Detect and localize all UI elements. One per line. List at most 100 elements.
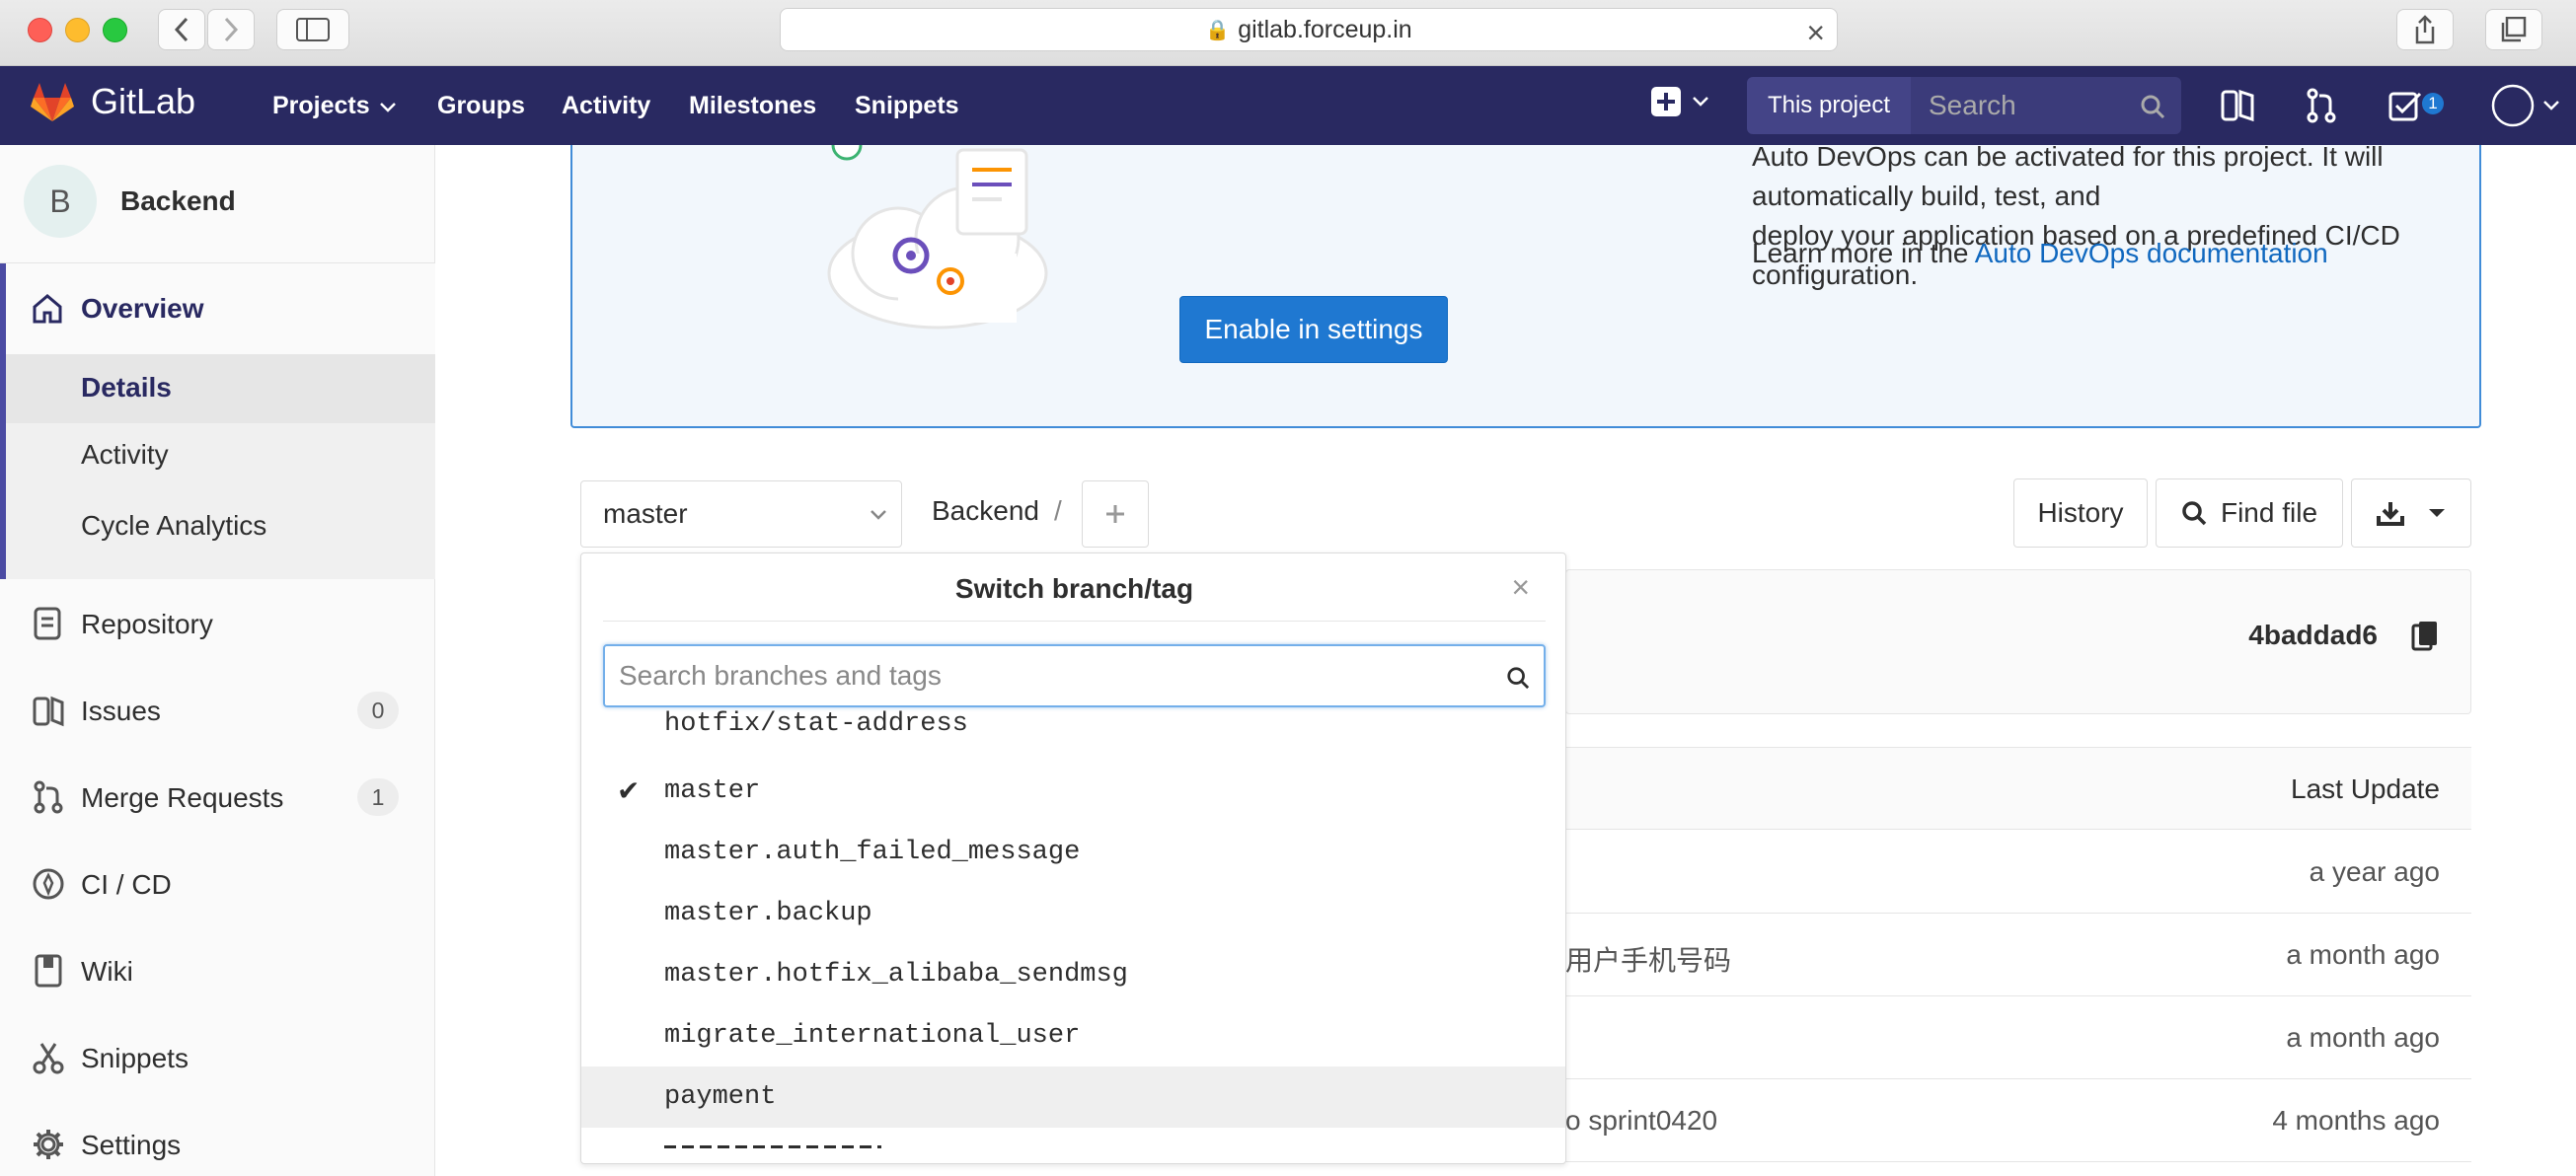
sidebar-item-label: Details [81, 372, 172, 403]
branch-name: master.hotfix_alibaba_sendmsg [664, 960, 1128, 990]
zoom-window-button[interactable] [103, 18, 127, 42]
nav-groups[interactable]: Groups [437, 92, 525, 120]
merge-request-icon[interactable] [2306, 88, 2337, 123]
nav-milestones[interactable]: Milestones [689, 92, 816, 120]
branch-item[interactable]: hotfix/stat-address [581, 701, 1565, 739]
address-bar[interactable]: 🔒 gitlab.forceup.in × [780, 8, 1838, 51]
table-row[interactable]: 用户手机号码 a month ago [1565, 914, 2471, 996]
gitlab-logo[interactable]: GitLab [30, 80, 195, 123]
merge-request-icon [34, 780, 63, 814]
sidebar-item-ci-cd[interactable]: CI / CD [81, 869, 172, 901]
user-menu[interactable] [2491, 84, 2560, 127]
table-row[interactable]: o sprint0420 4 months ago [1565, 1079, 2471, 1162]
close-window-button[interactable] [28, 18, 52, 42]
sidebar-item-repository[interactable]: Repository [81, 609, 213, 640]
breadcrumb-project[interactable]: Backend [932, 495, 1039, 527]
sidebar-item-wiki[interactable]: Wiki [81, 956, 133, 988]
copy-clipboard-icon[interactable] [2411, 620, 2439, 651]
search-icon [2141, 95, 2165, 119]
checkmark-icon: ✔ [617, 774, 641, 807]
sidebar-item-snippets[interactable]: Snippets [81, 1043, 189, 1074]
repository-icon [34, 607, 61, 640]
sidebar-subitem-cycle-analytics[interactable]: Cycle Analytics [81, 510, 266, 542]
find-file-button[interactable]: Find file [2156, 478, 2343, 548]
table-row[interactable]: a month ago [1565, 996, 2471, 1079]
sidebar-icon [296, 18, 330, 41]
nav-projects[interactable]: Projects [272, 92, 370, 120]
nav-activity[interactable]: Activity [562, 92, 650, 120]
chevron-right-icon [224, 17, 239, 42]
gitlab-navbar: GitLab Projects Groups Activity Mileston… [0, 66, 2576, 145]
sidebar-panel-icon[interactable] [2221, 88, 2254, 123]
branch-name: master.backup [664, 899, 872, 928]
search-scope[interactable]: This project [1747, 77, 1911, 134]
download-dropdown-button[interactable] [2351, 478, 2471, 548]
avatar-icon [2491, 84, 2535, 127]
commit-message: 用户手机号码 [1565, 944, 1732, 977]
sidebar-subitem-details[interactable]: Details [6, 354, 435, 423]
auto-devops-illustration [827, 145, 1048, 330]
project-header[interactable]: B Backend [24, 165, 236, 238]
last-update-cell: 4 months ago [2272, 1105, 2440, 1136]
branch-name: hotfix/stat-address [664, 709, 968, 739]
minimize-window-button[interactable] [65, 18, 90, 42]
last-update-cell: a year ago [2309, 856, 2440, 887]
file-tree-header: Last Update [1565, 747, 2471, 830]
branch-item-highlighted[interactable]: payment [581, 1066, 1565, 1128]
learn-more-prefix: Learn more in the [1752, 238, 1975, 268]
chevron-down-icon [1693, 97, 1708, 107]
share-icon [2415, 15, 2435, 44]
sidebar-toggle-button[interactable] [276, 9, 349, 50]
share-button[interactable] [2396, 9, 2454, 50]
nav-snippets[interactable]: Snippets [855, 92, 959, 120]
branch-item[interactable]: master.backup [581, 883, 1565, 944]
browser-toolbar: 🔒 gitlab.forceup.in × [0, 0, 2576, 66]
branch-item-selected[interactable]: ✔ master [581, 761, 1565, 822]
auto-devops-docs-link[interactable]: Auto DevOps documentation [1975, 238, 2328, 268]
sidebar-item-settings[interactable]: Settings [81, 1130, 181, 1161]
branch-select[interactable]: master [580, 480, 902, 548]
plus-square-icon [1651, 87, 1681, 116]
breadcrumb-separator: / [1054, 495, 1062, 526]
plus-icon [1106, 505, 1124, 523]
sidebar-item-merge-requests[interactable]: Merge Requests [81, 782, 283, 814]
rocket-icon [33, 868, 64, 900]
branch-item[interactable]: master.auth_failed_message [581, 822, 1565, 883]
branch-item[interactable]: master.hotfix_alibaba_sendmsg [581, 944, 1565, 1005]
add-to-tree-button[interactable] [1082, 480, 1149, 548]
overview-section: Overview Details Activity Cycle Analytic… [0, 263, 435, 579]
chevron-down-icon [380, 103, 396, 112]
sidebar-subitem-activity[interactable]: Activity [81, 439, 169, 471]
switch-branch-dropdown: Switch branch/tag × Search branches and … [580, 552, 1566, 1164]
close-icon[interactable]: × [1511, 569, 1530, 606]
history-button[interactable]: History [2013, 478, 2148, 548]
sidebar-item-issues[interactable]: Issues [81, 696, 161, 727]
sidebar-item-overview[interactable]: Overview [6, 263, 435, 354]
merge-requests-count-badge: 1 [357, 778, 399, 816]
stop-loading-icon[interactable]: × [1806, 15, 1825, 51]
branch-search-placeholder: Search branches and tags [619, 660, 942, 691]
scissors-icon [33, 1043, 64, 1074]
todo-check-icon[interactable] [2388, 90, 2422, 121]
tabs-button[interactable] [2485, 9, 2542, 50]
search-input[interactable]: Search [1911, 77, 2181, 134]
download-icon [2377, 502, 2404, 526]
branch-name: master.auth_failed_message [664, 838, 1081, 867]
branch-name: migrate_international_user [664, 1021, 1081, 1051]
branch-search-input[interactable]: Search branches and tags [603, 644, 1546, 707]
search-area: This project Search [1747, 77, 2181, 134]
commit-sha[interactable]: 4baddad6 [2248, 620, 2378, 651]
branch-item-partial [664, 1141, 901, 1149]
table-row[interactable]: a year ago [1565, 831, 2471, 914]
enable-in-settings-button[interactable]: Enable in settings [1179, 296, 1448, 363]
last-update-header: Last Update [2291, 773, 2440, 804]
new-item-dropdown[interactable] [1650, 86, 1709, 117]
back-button[interactable] [158, 9, 205, 50]
todo-count-badge: 1 [2422, 93, 2444, 114]
divider [603, 621, 1546, 622]
auto-devops-banner: Auto DevOps can be activated for this pr… [570, 141, 2481, 428]
forward-button[interactable] [207, 9, 255, 50]
project-avatar: B [24, 165, 97, 238]
branch-item[interactable]: migrate_international_user [581, 1005, 1565, 1066]
search-placeholder: Search [1929, 90, 2016, 120]
